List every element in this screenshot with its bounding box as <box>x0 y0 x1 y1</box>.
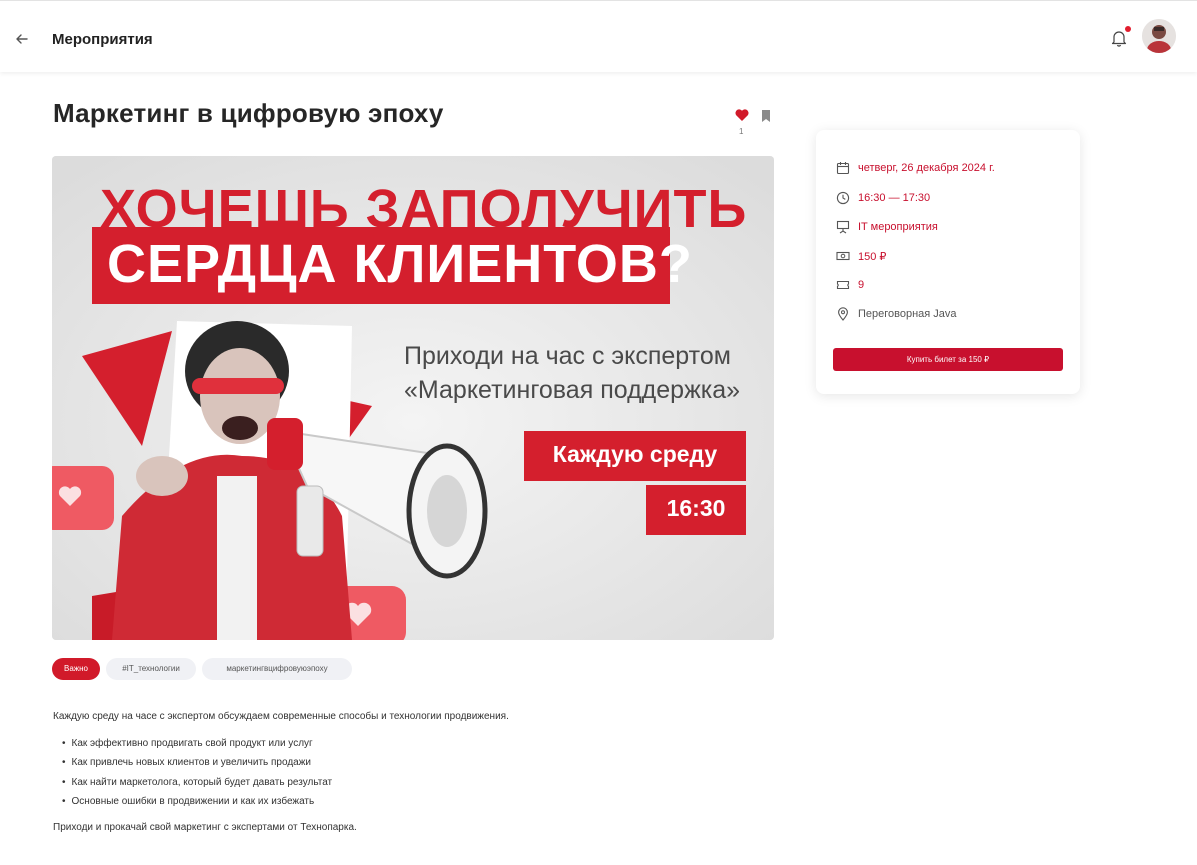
description-intro: Каждую среду на часе с экспертом обсужда… <box>53 711 509 722</box>
like-count: 1 <box>739 127 744 136</box>
list-item: Как привлечь новых клиентов и увеличить … <box>62 757 332 776</box>
detail-date: четверг, 26 декабря 2024 г. <box>836 159 995 177</box>
detail-price: 150 ₽ <box>836 247 886 265</box>
list-item: Как найти маркетолога, который будет дав… <box>62 777 333 796</box>
tag-it-technologies[interactable]: #IT_технологии <box>106 658 196 680</box>
detail-location: Переговорная Java <box>836 305 957 323</box>
detail-tickets-text: 9 <box>858 279 865 291</box>
top-bar: Мероприятия <box>0 0 1197 72</box>
detail-price-text: 150 ₽ <box>858 250 887 263</box>
buy-ticket-button[interactable]: Купить билет за 150 ₽ <box>833 348 1063 371</box>
cash-icon <box>836 251 850 261</box>
notification-dot <box>1125 26 1131 32</box>
event-details-card: четверг, 26 декабря 2024 г. 16:30 — 17:3… <box>816 130 1080 394</box>
like-button[interactable] <box>734 107 750 123</box>
location-pin-icon <box>838 307 848 321</box>
detail-date-text: четверг, 26 декабря 2024 г. <box>858 162 995 174</box>
bookmark-button[interactable] <box>760 109 772 123</box>
ticket-icon <box>836 280 850 290</box>
bookmark-icon <box>762 110 770 122</box>
tag-marketing[interactable]: маркетингвцифровуюэпоху <box>202 658 352 680</box>
banner-day: Каждую среду <box>552 441 718 467</box>
detail-location-text: Переговорная Java <box>858 308 957 320</box>
detail-time-text: 16:30 — 17:30 <box>858 192 931 204</box>
detail-category-text: IT мероприятия <box>858 221 938 233</box>
clock-icon <box>836 191 850 205</box>
description-outro: Приходи и прокачай свой маркетинг с эксп… <box>53 822 357 833</box>
event-banner: ХОЧЕШЬ ЗАПОЛУЧИТЬ СЕРДЦА КЛИЕНТОВ? Прихо… <box>52 156 774 640</box>
page-title: Мероприятия <box>52 31 153 48</box>
description-list: Как эффективно продвигать свой продукт и… <box>62 738 333 815</box>
presentation-icon <box>836 220 850 234</box>
detail-tickets: 9 <box>836 276 864 294</box>
tag-important[interactable]: Важно <box>52 658 100 680</box>
back-button[interactable] <box>12 29 32 49</box>
list-item: Как эффективно продвигать свой продукт и… <box>62 738 332 757</box>
event-title: Маркетинг в цифровую эпоху <box>53 98 444 128</box>
heart-icon <box>735 109 749 121</box>
detail-time: 16:30 — 17:30 <box>836 189 930 207</box>
avatar[interactable] <box>1142 19 1176 53</box>
arrow-left-icon <box>16 34 28 44</box>
calendar-icon <box>836 162 850 175</box>
list-item: Основные ошибки в продвижении и как их и… <box>62 796 332 815</box>
banner-headline-bottom: СЕРДЦА КЛИЕНТОВ? <box>107 234 693 294</box>
banner-time: 16:30 <box>666 495 726 521</box>
detail-category: IT мероприятия <box>836 218 938 236</box>
banner-subtitle-2: «Маркетинговая поддержка» <box>404 376 741 404</box>
banner-subtitle-1: Приходи на час с экспертом <box>404 342 731 370</box>
